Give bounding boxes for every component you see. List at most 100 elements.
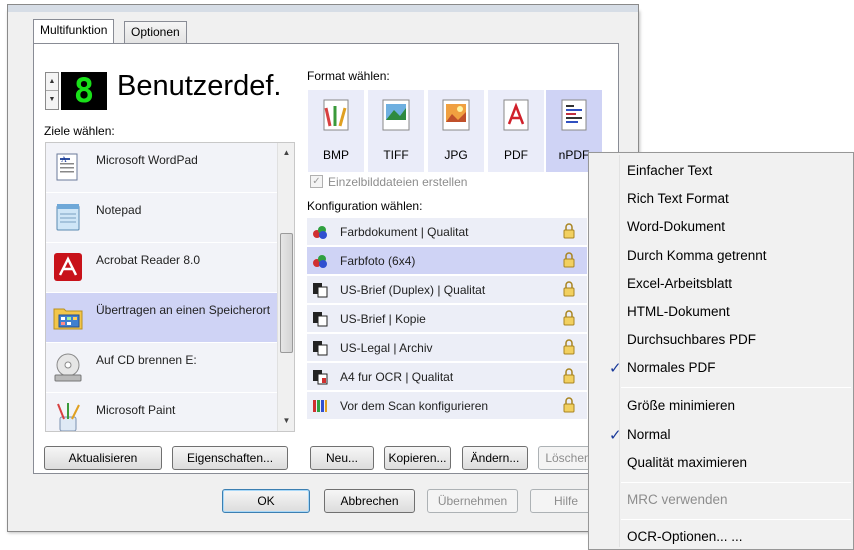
- configuration-item[interactable]: US-Brief (Duplex) | Qualitat: [307, 276, 587, 303]
- color-photo-icon: [313, 255, 327, 268]
- menu-item-html[interactable]: HTML-Dokument: [627, 304, 730, 319]
- profile-name: Benutzerdef.: [117, 70, 282, 102]
- bw-doc-icon: [313, 283, 328, 298]
- bmp-icon: [323, 99, 349, 131]
- format-tile-tiff[interactable]: TIFF: [368, 90, 424, 172]
- destination-item-wordpad[interactable]: A Microsoft WordPad: [46, 143, 278, 192]
- bw-doc-icon: [313, 370, 328, 385]
- configuration-label: Farbfoto (6x4): [340, 254, 416, 268]
- configuration-item[interactable]: Farbfoto (6x4): [307, 247, 587, 274]
- menu-item-csv[interactable]: Durch Komma getrennt: [627, 248, 767, 263]
- destination-item-transfer-storage[interactable]: Übertragen an einen Speicherort: [46, 293, 278, 342]
- format-label-pdf: PDF: [504, 148, 528, 162]
- menu-gutter: [619, 155, 620, 547]
- cancel-button[interactable]: Abbrechen: [324, 489, 415, 513]
- spin-up-icon[interactable]: ▲: [46, 73, 58, 91]
- menu-item-use-mrc: MRC verwenden: [627, 492, 728, 507]
- scroll-up-icon[interactable]: ▲: [278, 145, 294, 161]
- lock-icon: [563, 281, 575, 297]
- destination-item-paint[interactable]: Microsoft Paint: [46, 393, 278, 431]
- menu-item-rich-text[interactable]: Rich Text Format: [627, 191, 729, 206]
- configuration-label: Konfiguration wählen:: [307, 199, 423, 213]
- menu-separator: [621, 482, 851, 483]
- copy-button[interactable]: Kopieren...: [384, 446, 451, 470]
- npdf-icon: [561, 99, 587, 131]
- profile-led-display: 8: [61, 72, 107, 110]
- folder-icon: [53, 308, 83, 330]
- menu-item-searchable-pdf[interactable]: Durchsuchbares PDF: [627, 332, 756, 347]
- menu-item-maximize-quality[interactable]: Qualität maximieren: [627, 455, 747, 470]
- destination-item-cd[interactable]: Auf CD brennen E:: [46, 343, 278, 392]
- destination-label: Acrobat Reader 8.0: [96, 253, 201, 267]
- tab-multifunktion[interactable]: Multifunktion: [33, 19, 115, 43]
- jpg-icon: [442, 99, 470, 131]
- format-label-bmp: BMP: [322, 148, 349, 162]
- edit-button[interactable]: Ändern...: [462, 446, 528, 470]
- cd-drive-icon: [54, 353, 82, 382]
- destination-label: Übertragen an einen Speicherort: [96, 303, 271, 317]
- format-tile-pdf[interactable]: PDF: [488, 90, 544, 172]
- new-button[interactable]: Neu...: [310, 446, 374, 470]
- tiff-icon: [382, 99, 410, 131]
- format-label: Format wählen:: [307, 69, 390, 83]
- scroll-thumb[interactable]: [280, 233, 293, 353]
- configuration-item[interactable]: US-Legal | Archiv: [307, 334, 587, 361]
- lock-icon: [563, 397, 575, 413]
- checkmark-icon: ✓: [609, 360, 622, 377]
- destination-list[interactable]: A Microsoft WordPad Notepad Acrobat Read…: [45, 142, 295, 432]
- properties-button[interactable]: Eigenschaften...: [172, 446, 288, 470]
- configuration-item[interactable]: A4 fur OCR | Qualitat: [307, 363, 587, 390]
- dialog-frame-top: [7, 4, 639, 12]
- configuration-label: US-Brief (Duplex) | Qualitat: [340, 283, 486, 297]
- format-tile-jpg[interactable]: JPG: [428, 90, 484, 172]
- refresh-button[interactable]: Aktualisieren: [44, 446, 162, 470]
- destination-label: Auf CD brennen E:: [96, 353, 197, 367]
- menu-item-minimize-size[interactable]: Größe minimieren: [627, 398, 735, 413]
- lock-icon: [563, 252, 575, 268]
- scroll-down-icon[interactable]: ▼: [278, 413, 294, 429]
- spin-down-icon[interactable]: ▼: [46, 91, 58, 109]
- bw-doc-icon: [313, 341, 328, 356]
- bw-doc-icon: [313, 312, 328, 327]
- menu-item-normal-pdf[interactable]: Normales PDF: [627, 360, 716, 375]
- configuration-label: Farbdokument | Qualitat: [340, 225, 469, 239]
- profile-spinner[interactable]: ▲ ▼: [45, 72, 59, 110]
- lock-icon: [563, 339, 575, 355]
- ok-button[interactable]: OK: [222, 489, 310, 513]
- menu-item-plain-text[interactable]: Einfacher Text: [627, 163, 712, 178]
- apply-button[interactable]: Übernehmen: [427, 489, 518, 513]
- destination-label: Notepad: [96, 203, 142, 217]
- menu-item-ocr-options[interactable]: OCR-Optionen... ...: [627, 529, 743, 544]
- wordpad-icon: A: [56, 153, 78, 181]
- configuration-list[interactable]: Farbdokument | Qualitat Farbfoto (6x4) U…: [307, 216, 587, 426]
- configuration-item[interactable]: Vor dem Scan konfigurieren: [307, 392, 587, 419]
- menu-separator: [621, 387, 851, 388]
- destination-item-notepad[interactable]: Notepad: [46, 193, 278, 242]
- lock-icon: [563, 310, 575, 326]
- notepad-icon: [56, 204, 80, 231]
- svg-text:A: A: [61, 155, 67, 164]
- format-tile-bmp[interactable]: BMP: [308, 90, 364, 172]
- pdf-icon: [503, 99, 529, 131]
- menu-item-word[interactable]: Word-Dokument: [627, 219, 725, 234]
- destination-label: Microsoft WordPad: [96, 153, 198, 167]
- configuration-item[interactable]: Farbdokument | Qualitat: [307, 218, 587, 245]
- configure-icon: [313, 400, 327, 412]
- format-label-tiff: TIFF: [383, 148, 409, 162]
- configuration-label: Vor dem Scan konfigurieren: [340, 399, 489, 413]
- lock-icon: [563, 368, 575, 384]
- destination-label: Microsoft Paint: [96, 403, 176, 417]
- configuration-label: US-Legal | Archiv: [340, 341, 433, 355]
- lock-icon: [563, 223, 575, 239]
- menu-item-excel[interactable]: Excel-Arbeitsblatt: [627, 276, 732, 291]
- destination-scrollbar[interactable]: ▲ ▼: [277, 143, 294, 431]
- tab-optionen[interactable]: Optionen: [124, 21, 187, 43]
- npdf-context-menu: Einfacher Text Rich Text Format Word-Dok…: [588, 152, 854, 550]
- acrobat-icon: [54, 253, 82, 281]
- menu-item-normal[interactable]: Normal: [627, 427, 671, 442]
- configuration-item[interactable]: US-Brief | Kopie: [307, 305, 587, 332]
- color-doc-icon: [313, 226, 327, 239]
- destinations-label: Ziele wählen:: [44, 124, 115, 138]
- destination-item-acrobat[interactable]: Acrobat Reader 8.0: [46, 243, 278, 292]
- single-files-checkbox[interactable]: ✓: [310, 175, 323, 188]
